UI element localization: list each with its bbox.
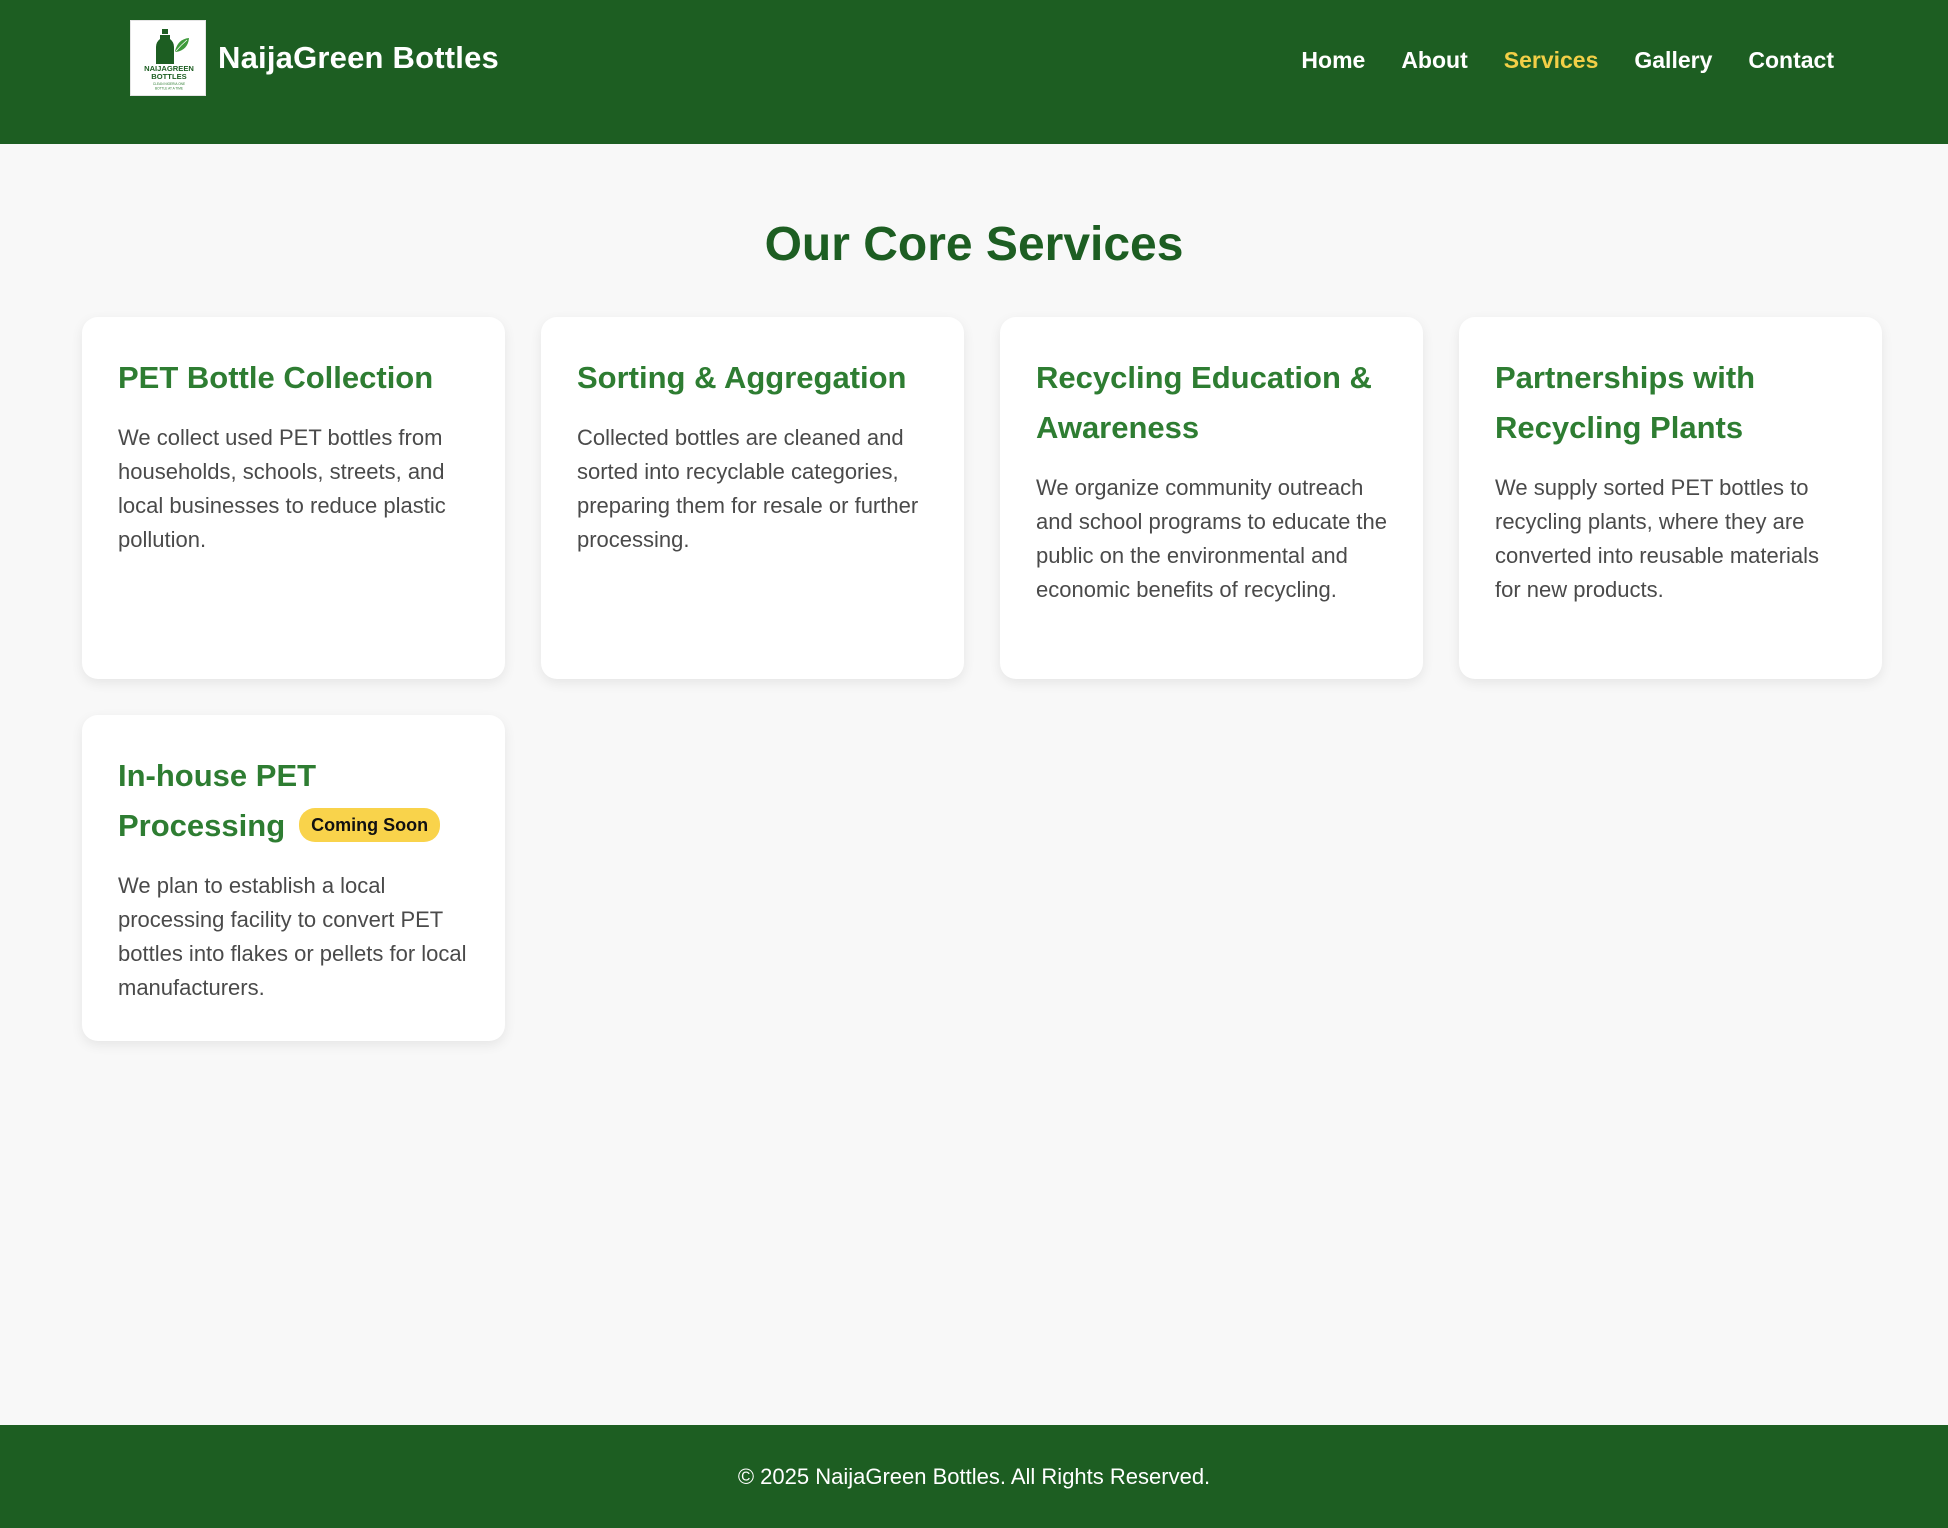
section-title: Our Core Services [764, 218, 1184, 271]
service-card-collection: PET Bottle Collection We collect used PE… [82, 317, 505, 679]
logo-tagline1: CLEAN NIGERIA ONE [153, 82, 185, 86]
service-card-title: Partnerships with Recycling Plants [1495, 360, 1756, 445]
nav-services[interactable]: Services [1504, 47, 1599, 74]
bottle-leaf-logo-icon: NAIJAGREEN BOTTLES CLEAN NIGERIA ONE BOT… [144, 29, 194, 91]
service-card-description: We plan to establish a local processing … [118, 873, 467, 1000]
service-card-title: In-house PET Processing [118, 758, 317, 843]
service-card-title: Sorting & Aggregation [577, 360, 907, 395]
services-grid: PET Bottle Collection We collect used PE… [82, 317, 1884, 1041]
brand-logo[interactable]: NAIJAGREEN BOTTLES CLEAN NIGERIA ONE BOT… [130, 20, 206, 96]
brand-name[interactable]: NaijaGreen Bottles [218, 40, 499, 76]
site-footer: © 2025 NaijaGreen Bottles. All Rights Re… [0, 1425, 1948, 1528]
service-card-education: Recycling Education & Awareness We organ… [1000, 317, 1423, 679]
main-nav: Home About Services Gallery Contact [1301, 40, 1834, 80]
service-card-processing: In-house PET Processing Coming Soon We pl… [82, 715, 505, 1041]
page: NAIJAGREEN BOTTLES CLEAN NIGERIA ONE BOT… [0, 0, 1948, 1528]
service-card-title: Recycling Education & Awareness [1036, 360, 1372, 445]
nav-gallery[interactable]: Gallery [1634, 47, 1712, 74]
brand[interactable]: NAIJAGREEN BOTTLES CLEAN NIGERIA ONE BOT… [130, 20, 499, 96]
nav-about[interactable]: About [1401, 47, 1467, 74]
site-header: NAIJAGREEN BOTTLES CLEAN NIGERIA ONE BOT… [0, 0, 1948, 144]
coming-soon-badge: Coming Soon [299, 807, 441, 842]
service-card-description: We organize community outreach and schoo… [1036, 475, 1388, 602]
service-card-description: We supply sorted PET bottles to recyclin… [1495, 475, 1820, 602]
service-card-title: PET Bottle Collection [118, 360, 434, 395]
service-card-description: We collect used PET bottles from househo… [118, 425, 446, 552]
service-card-sorting: Sorting & Aggregation Collected bottles … [541, 317, 964, 679]
logo-line2: BOTTLES [151, 72, 186, 81]
service-card-partnerships: Partnerships with Recycling Plants We su… [1459, 317, 1882, 679]
logo-tagline2: BOTTLE AT A TIME [155, 87, 183, 91]
copyright-text: © 2025 NaijaGreen Bottles. All Rights Re… [737, 1463, 1211, 1489]
service-card-title-wrapper: In-house PET Processing Coming Soon [118, 751, 469, 851]
service-card-description: Collected bottles are cleaned and sorted… [577, 425, 919, 552]
nav-home[interactable]: Home [1301, 47, 1365, 74]
nav-contact[interactable]: Contact [1748, 47, 1834, 74]
